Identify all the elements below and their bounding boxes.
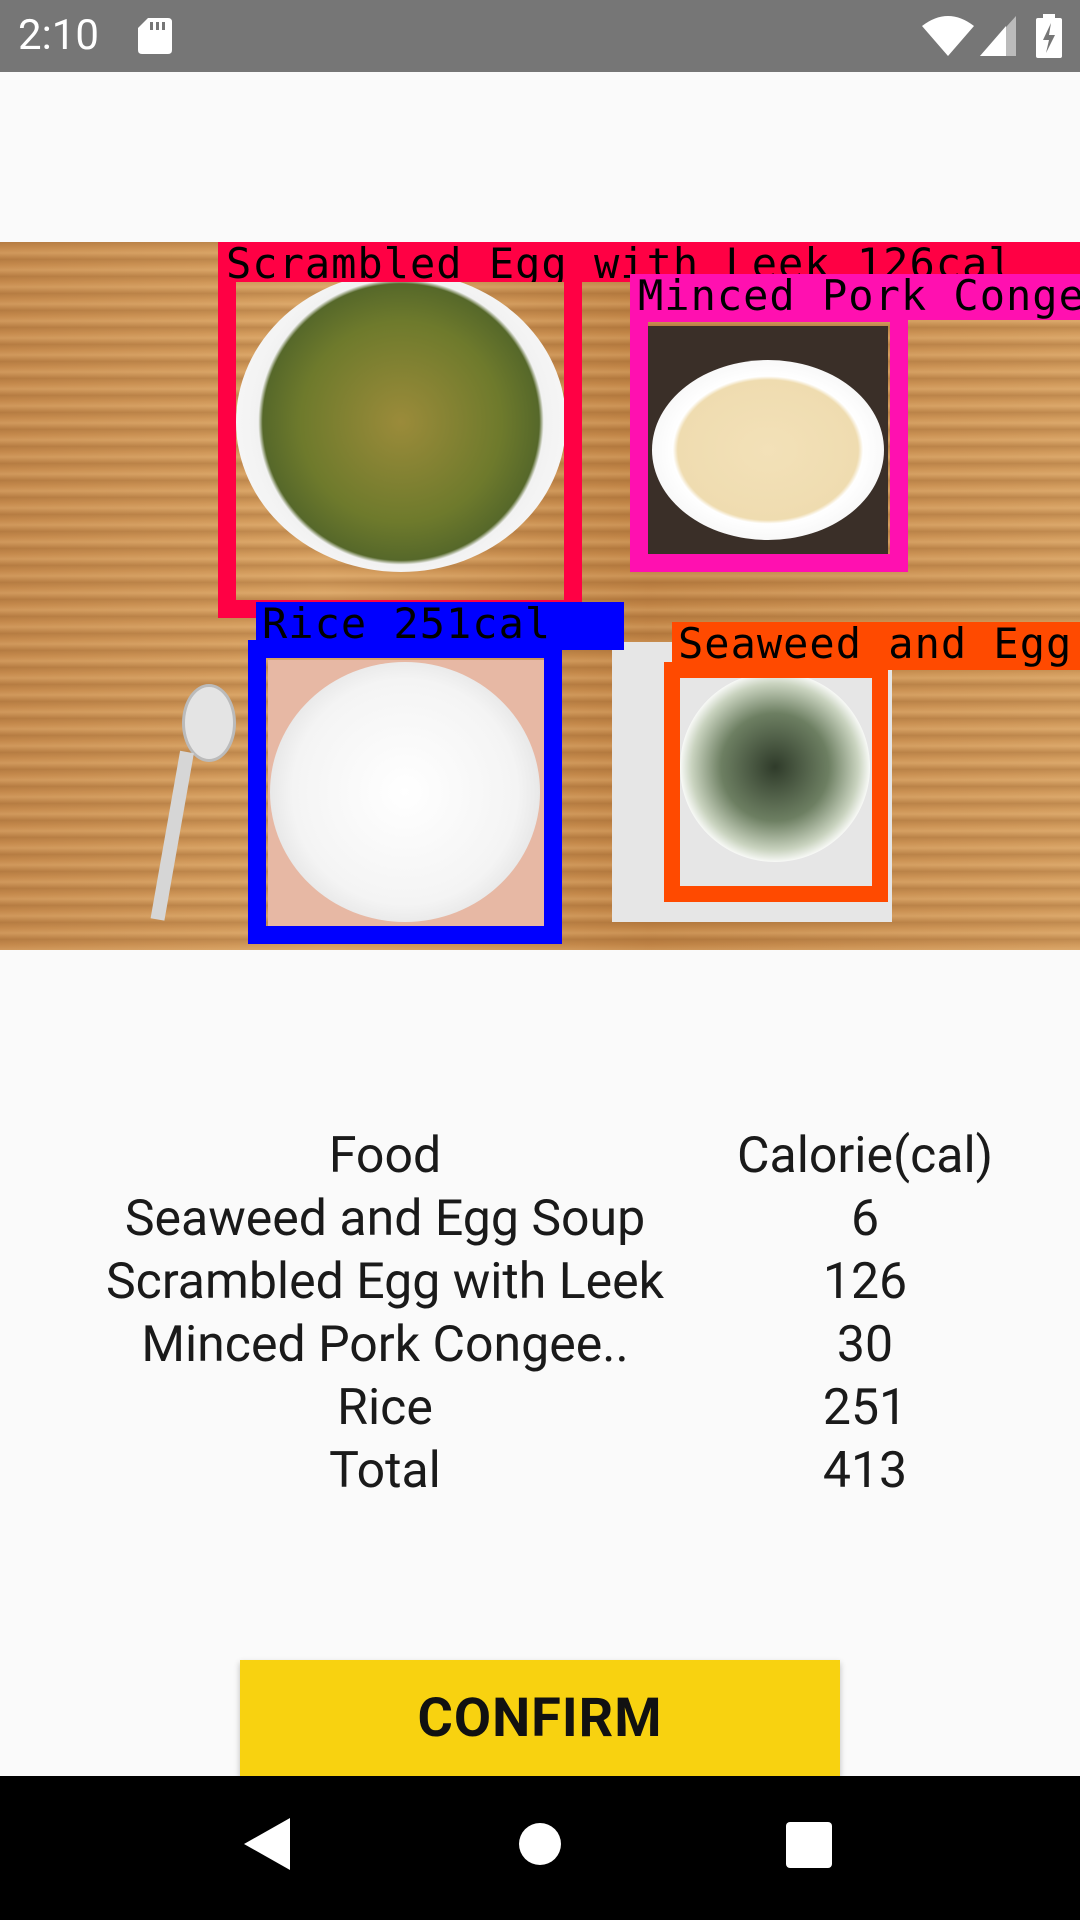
status-bar: 2:10 — [0, 0, 1080, 72]
table-row: Rice 251 — [0, 1377, 1080, 1440]
status-time: 2:10 — [18, 11, 99, 60]
battery-charging-icon — [1036, 14, 1062, 62]
total-label: Total — [329, 1442, 441, 1500]
detection-label-congee: Minced Pork Congee 30cal — [630, 274, 1080, 320]
table-total-row: Total 413 — [0, 1440, 1080, 1503]
detection-box-rice — [248, 640, 562, 944]
navigation-bar — [0, 1776, 1080, 1920]
food-detection-image: Scrambled Egg with Leek 126cal Minced Po… — [0, 242, 1080, 950]
calorie-value: 251 — [822, 1379, 908, 1437]
table-row: Scrambled Egg with Leek 126 — [0, 1251, 1080, 1314]
column-header-food: Food — [328, 1127, 442, 1185]
calorie-value: 6 — [850, 1190, 880, 1248]
wifi-icon — [922, 16, 974, 60]
calorie-value: 126 — [822, 1253, 908, 1311]
cell-signal-icon — [980, 16, 1016, 60]
detection-box-soup — [664, 662, 888, 902]
recents-icon[interactable] — [786, 1822, 832, 1872]
column-header-calorie: Calorie(cal) — [736, 1127, 994, 1185]
food-name: Rice — [337, 1379, 433, 1437]
total-calorie-value: 413 — [822, 1442, 908, 1500]
spoon-handle — [150, 750, 194, 921]
sd-card-icon — [138, 18, 172, 58]
spoon — [182, 684, 236, 762]
food-name: Scrambled Egg with Leek — [105, 1253, 665, 1311]
detection-box-congee — [630, 304, 908, 572]
back-icon[interactable] — [244, 1818, 290, 1874]
detection-box-scrambled-egg — [218, 246, 582, 618]
food-name: Seaweed and Egg Soup — [124, 1190, 646, 1248]
confirm-button[interactable]: CONFIRM — [240, 1660, 840, 1776]
detection-label-rice: Rice 251cal — [256, 602, 624, 650]
table-row: Seaweed and Egg Soup 6 — [0, 1188, 1080, 1251]
food-name: Minced Pork Congee.. — [141, 1316, 629, 1374]
table-row: Minced Pork Congee.. 30 — [0, 1314, 1080, 1377]
home-icon[interactable] — [518, 1822, 562, 1870]
calorie-value: 30 — [836, 1316, 894, 1374]
table-header-row: Food Calorie(cal) — [0, 1125, 1080, 1188]
detection-label-soup: Seaweed and Egg Soup 6cal — [672, 622, 1080, 670]
